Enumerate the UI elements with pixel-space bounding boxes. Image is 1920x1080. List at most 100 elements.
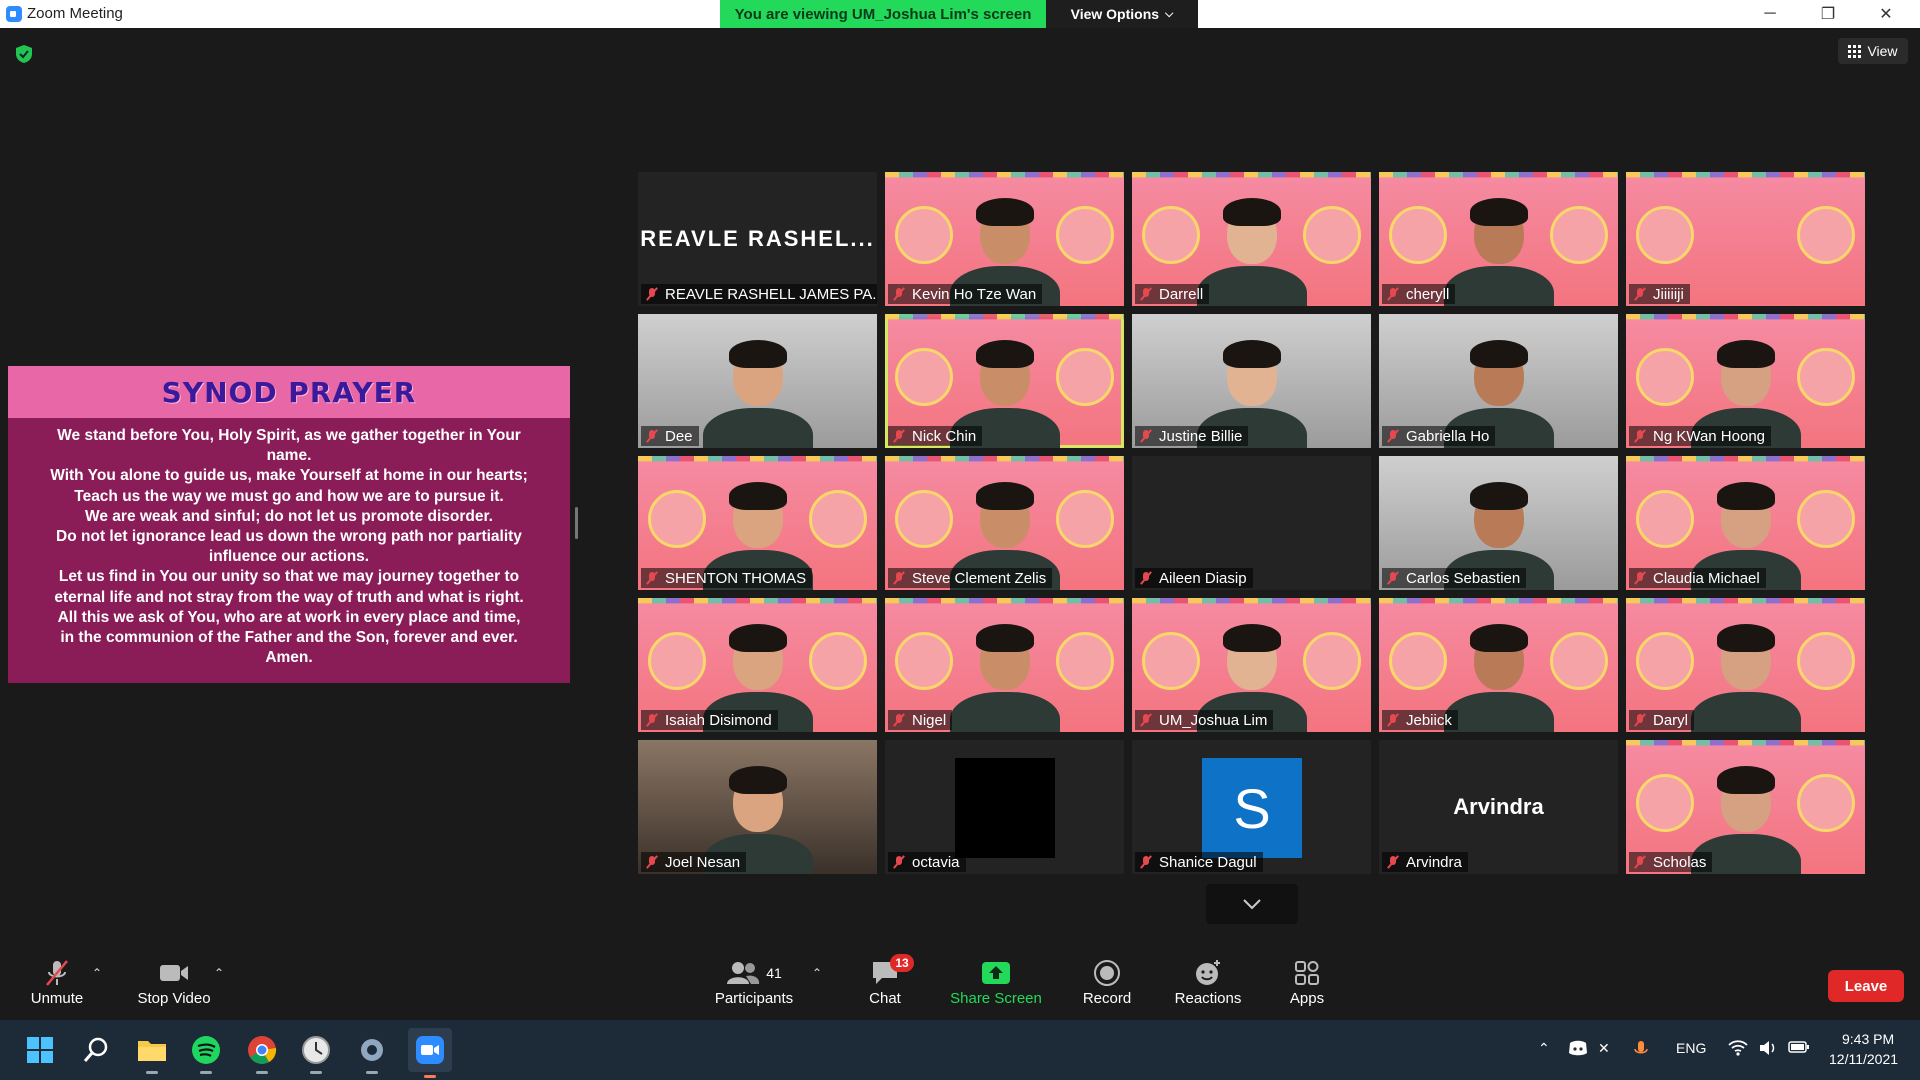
video-camera-icon (160, 965, 188, 981)
participant-tile[interactable]: Kevin Ho Tze Wan (885, 172, 1124, 306)
participant-tile[interactable]: Nigel (885, 598, 1124, 732)
audio-options-caret[interactable]: ⌃ (92, 966, 102, 980)
viewing-banner: You are viewing UM_Joshua Lim's screen (720, 0, 1046, 28)
grid-icon (1848, 44, 1862, 58)
participant-tile[interactable]: Joel Nesan (638, 740, 877, 874)
prayer-heading-bar: SYNOD PRAYER (8, 366, 570, 418)
apps-button[interactable]: Apps (1262, 958, 1352, 1014)
search-icon[interactable] (78, 1032, 114, 1068)
background-medallion (1389, 206, 1447, 264)
minimize-button[interactable]: ─ (1742, 0, 1798, 28)
participant-tile[interactable]: Daryl (1626, 598, 1865, 732)
chrome-icon[interactable] (244, 1032, 280, 1074)
participant-tile[interactable]: Darrell (1132, 172, 1371, 306)
chevron-up-icon[interactable]: ⌃ (1538, 1040, 1550, 1057)
participant-tile[interactable]: Steve Clement Zelis (885, 456, 1124, 590)
microphone-muted-icon (892, 429, 906, 443)
leave-button[interactable]: Leave (1828, 970, 1904, 1002)
participant-tile[interactable]: Ng KWan Hoong (1626, 314, 1865, 448)
network-muted-icon[interactable]: ✕ (1598, 1040, 1610, 1057)
taskbar-time[interactable]: 9:43 PM (1842, 1031, 1894, 1047)
background-medallion (1142, 632, 1200, 690)
participant-name-label: Kevin Ho Tze Wan (888, 284, 1043, 304)
file-explorer-icon[interactable] (134, 1032, 170, 1074)
participant-tile[interactable]: UM_Joshua Lim (1132, 598, 1371, 732)
participant-name: Jiiiiiji (1653, 285, 1684, 303)
restore-button[interactable]: ❐ (1800, 0, 1856, 28)
participant-tile[interactable]: Dee (638, 314, 877, 448)
bunting-decoration (1626, 172, 1865, 178)
window-title: Zoom Meeting (27, 5, 123, 22)
participant-tile[interactable]: Justine Billie (1132, 314, 1371, 448)
view-layout-button[interactable]: View (1838, 38, 1908, 64)
zoom-taskbar-icon[interactable] (408, 1028, 452, 1078)
participant-tile[interactable]: Jebiick (1379, 598, 1618, 732)
microphone-muted-icon (1633, 287, 1647, 301)
background-medallion (648, 490, 706, 548)
windows-start-icon[interactable] (22, 1032, 58, 1068)
participant-tile[interactable]: Nick Chin (885, 314, 1124, 448)
discord-icon[interactable] (1568, 1040, 1588, 1059)
participants-button[interactable]: 41 Participants (708, 958, 800, 1014)
participant-tile[interactable]: Carlos Sebastien (1379, 456, 1618, 590)
participant-tile[interactable]: Jiiiiiji (1626, 172, 1865, 306)
avatar (955, 758, 1055, 858)
participant-name: Ng KWan Hoong (1653, 427, 1766, 445)
gallery-next-page-button[interactable] (1206, 884, 1298, 924)
participant-tile[interactable]: cheryll (1379, 172, 1618, 306)
participant-name-label: Carlos Sebastien (1382, 568, 1527, 588)
background-medallion (1550, 206, 1608, 264)
participant-video-feed (1443, 612, 1554, 732)
stop-video-button[interactable]: Stop Video (129, 958, 219, 1014)
unmute-button[interactable]: Unmute (12, 958, 102, 1014)
microphone-muted-icon (46, 960, 68, 986)
chevron-down-icon: ⌵ (1165, 7, 1174, 20)
participant-tile[interactable]: Claudia Michael (1626, 456, 1865, 590)
reactions-button[interactable]: Reactions (1162, 958, 1254, 1014)
clock-app-icon[interactable] (298, 1032, 334, 1074)
participant-name: Nick Chin (912, 427, 977, 445)
close-button[interactable]: ✕ (1858, 0, 1914, 28)
settings-gear-icon[interactable] (354, 1032, 390, 1074)
microphone-muted-icon (1139, 287, 1153, 301)
record-button[interactable]: Record (1062, 958, 1152, 1014)
participant-tile[interactable]: Arvindra Arvindra (1379, 740, 1618, 874)
chat-label: Chat (869, 990, 901, 1007)
microphone-muted-icon (1386, 855, 1400, 869)
record-icon (1094, 960, 1120, 986)
spotify-icon[interactable] (188, 1032, 224, 1074)
taskbar-date[interactable]: 12/11/2021 (1829, 1051, 1898, 1067)
shield-icon[interactable] (14, 44, 34, 64)
participant-tile[interactable]: S Shanice Dagul (1132, 740, 1371, 874)
speaker-icon[interactable] (1758, 1040, 1778, 1059)
participant-name: Gabriella Ho (1406, 427, 1490, 445)
share-screen-button[interactable]: Share Screen (950, 958, 1042, 1014)
view-options-button[interactable]: View Options ⌵ (1046, 0, 1198, 28)
background-medallion (1389, 632, 1447, 690)
participant-tile[interactable]: Scholas (1626, 740, 1865, 874)
participant-tile[interactable]: Aileen Diasip (1132, 456, 1371, 590)
background-medallion (809, 632, 867, 690)
microphone-muted-icon (1386, 429, 1400, 443)
battery-icon[interactable] (1788, 1040, 1810, 1057)
participant-tile[interactable]: Gabriella Ho (1379, 314, 1618, 448)
video-options-caret[interactable]: ⌃ (214, 966, 224, 980)
microphone-muted-icon (892, 855, 906, 869)
view-options-label: View Options (1070, 6, 1160, 22)
microphone-icon[interactable] (1634, 1040, 1648, 1061)
chat-button[interactable]: 13 Chat (840, 954, 930, 1014)
background-medallion (1797, 632, 1855, 690)
microphone-muted-icon (892, 571, 906, 585)
prayer-line: name. (266, 447, 312, 465)
panel-splitter-handle[interactable] (575, 507, 578, 539)
participant-tile[interactable]: Isaiah Disimond (638, 598, 877, 732)
participant-tile[interactable]: SHENTON THOMAS (638, 456, 877, 590)
prayer-line: influence our actions. (208, 548, 370, 566)
wifi-icon[interactable] (1728, 1040, 1748, 1059)
participant-tile[interactable]: REAVLE RASHEL... REAVLE RASHELL JAMES PA.… (638, 172, 877, 306)
participant-tile[interactable]: octavia (885, 740, 1124, 874)
input-language[interactable]: ENG (1676, 1040, 1706, 1056)
microphone-muted-icon (1139, 429, 1153, 443)
background-medallion (809, 490, 867, 548)
participants-options-caret[interactable]: ⌃ (812, 966, 822, 980)
